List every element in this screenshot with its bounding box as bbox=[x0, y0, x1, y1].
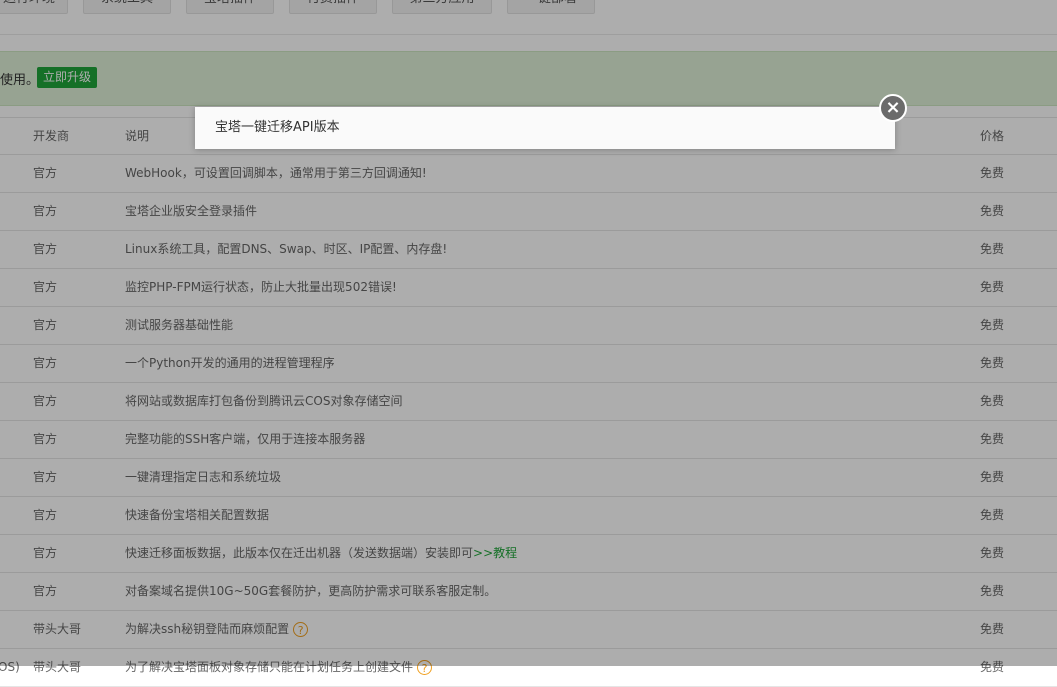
plugin-store-page: 运行环境 系统工具 宝塔插件 付费插件 第三方应用 一键部署 使用。 立即升级 … bbox=[0, 0, 1057, 687]
dialog-title: 宝塔一键迁移API版本 bbox=[215, 120, 340, 135]
close-icon[interactable]: × bbox=[879, 94, 907, 122]
plugin-dialog: 宝塔一键迁移API版本 bbox=[195, 107, 895, 149]
